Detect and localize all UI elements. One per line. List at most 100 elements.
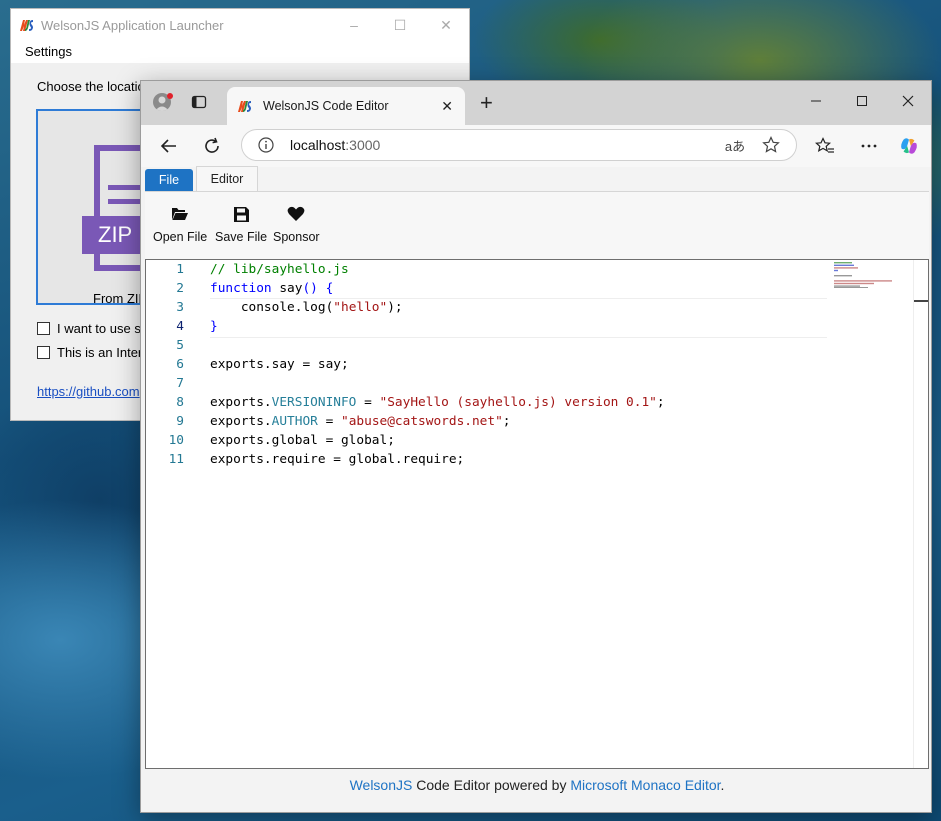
code-text: exports.say = say;	[210, 355, 349, 374]
browser-window[interactable]: WelsonJS Code Editor ✕ + localhost:3000…	[140, 80, 932, 813]
code-line: 1 // lib/sayhello.js	[146, 260, 906, 279]
copilot-icon[interactable]	[899, 136, 919, 156]
ribbon-tabs: File Editor	[145, 166, 258, 191]
code-text: exports.require = global.require;	[210, 450, 464, 469]
launcher-titlebar[interactable]: WelsonJS Application Launcher – ☐ ✕	[11, 9, 469, 41]
favorites-icon[interactable]	[815, 136, 835, 156]
from-zip-card[interactable]: ZIP From ZIP	[36, 109, 156, 306]
site-info-icon[interactable]	[258, 137, 274, 153]
launcher-minimize-button[interactable]: –	[331, 9, 377, 41]
code-line: 10 exports.global = global;	[146, 431, 906, 450]
maximize-button[interactable]	[839, 81, 885, 121]
tab-title: WelsonJS Code Editor	[263, 99, 389, 113]
checkbox-row-1[interactable]: I want to use sp	[37, 321, 148, 336]
checkbox-row-2[interactable]: This is an Inter	[37, 345, 142, 360]
minimize-button[interactable]	[793, 81, 839, 121]
address-bar[interactable]: localhost:3000 aあ	[241, 129, 797, 161]
read-aloud-icon[interactable]: aあ	[724, 134, 746, 156]
open-file-label: Open File	[153, 230, 208, 244]
line-number: 1	[176, 262, 184, 277]
code-line: 7	[146, 374, 906, 393]
launcher-menubar: Settings	[11, 41, 469, 63]
launcher-title: WelsonJS Application Launcher	[41, 17, 224, 33]
footer-period: .	[720, 777, 725, 793]
line-number: 4	[176, 319, 184, 334]
launcher-maximize-button[interactable]: ☐	[377, 9, 423, 41]
floppy-disk-icon	[231, 204, 251, 224]
code-token: exports.require = global.require;	[210, 452, 465, 467]
menu-settings[interactable]: Settings	[25, 44, 72, 59]
welsonjs-favicon-icon	[237, 98, 253, 114]
ribbon-toolbar: Open File Save File Sponsor	[145, 191, 929, 260]
minimap[interactable]	[834, 262, 914, 288]
code-token: "SayHello (sayhello.js) version 0.1"	[379, 395, 657, 410]
welsonjs-link[interactable]: WelsonJS	[350, 777, 413, 793]
sponsor-label: Sponsor	[273, 230, 320, 244]
code-token: exports.global = global;	[210, 433, 395, 448]
notification-dot	[167, 93, 173, 99]
code-token: "abuse@catswords.net"	[341, 414, 503, 429]
line-number: 7	[176, 376, 184, 391]
line-number: 6	[176, 357, 184, 372]
checkbox-2[interactable]	[37, 346, 50, 359]
code-text: }	[210, 317, 218, 336]
editor-scrollbar[interactable]	[913, 260, 928, 768]
code-token: );	[387, 300, 403, 315]
checkbox-2-label: This is an Inter	[57, 345, 143, 360]
more-icon[interactable]	[859, 136, 879, 156]
code-text: console.log("hello");	[210, 298, 403, 317]
code-text: exports.VERSIONINFO = "SayHello (sayhell…	[210, 393, 665, 412]
line-number: 3	[176, 300, 184, 315]
code-token: say	[271, 281, 303, 296]
code-token: console.log(	[210, 300, 334, 315]
code-token: exports.	[210, 395, 272, 410]
code-token: }	[210, 319, 218, 334]
footer-text: Code Editor powered by	[412, 777, 571, 793]
save-file-button[interactable]: Save File	[215, 204, 267, 244]
sponsor-button[interactable]: Sponsor	[273, 204, 320, 244]
tab-code-editor[interactable]: WelsonJS Code Editor ✕	[227, 87, 465, 125]
tab-close-icon[interactable]: ✕	[441, 98, 453, 115]
checkbox-1[interactable]	[37, 322, 50, 335]
code-editor[interactable]: 1 // lib/sayhello.js 2 function say() { 3 co…	[145, 259, 929, 769]
open-file-button[interactable]: Open File	[153, 204, 207, 244]
page-footer: WelsonJS Code Editor powered by Microsof…	[145, 777, 929, 793]
code-token: AUTHOR	[271, 414, 318, 429]
line-number: 2	[176, 281, 184, 296]
new-tab-button[interactable]: +	[480, 92, 493, 114]
code-line: 9 exports.AUTHOR = "abuse@catswords.net";	[146, 412, 906, 431]
launcher-close-button[interactable]: ✕	[423, 9, 469, 41]
code-token: // lib/sayhello.js	[210, 262, 349, 277]
star-icon[interactable]	[760, 134, 782, 156]
github-link[interactable]: https://github.com	[37, 384, 140, 399]
url-port: :3000	[345, 137, 381, 153]
monaco-link[interactable]: Microsoft Monaco Editor	[570, 777, 720, 793]
line-number: 11	[168, 452, 184, 467]
code-token: exports.say = say;	[210, 357, 349, 372]
page-content: File Editor Open File Save File Sponsor …	[141, 166, 931, 812]
scrollbar-marker	[914, 300, 928, 302]
code-token: () {	[302, 281, 334, 296]
launcher-prompt: Choose the locatio	[37, 79, 145, 94]
code-token: VERSIONINFO	[271, 395, 357, 410]
code-line: 6 exports.say = say;	[146, 355, 906, 374]
refresh-icon[interactable]	[202, 136, 222, 156]
code-line: 8 exports.VERSIONINFO = "SayHello (sayhel…	[146, 393, 906, 412]
back-arrow-icon[interactable]	[159, 136, 179, 156]
line-number: 9	[176, 414, 184, 429]
code-line: 4}	[146, 317, 906, 336]
welsonjs-logo-icon	[19, 17, 35, 33]
code-token: ;	[502, 414, 511, 429]
code-text: function say() {	[210, 279, 333, 298]
code-line: 11 exports.require = global.require;	[146, 450, 906, 469]
line-number: 8	[176, 395, 184, 410]
heart-icon	[286, 204, 306, 224]
code-text: exports.global = global;	[210, 431, 395, 450]
checkbox-1-label: I want to use sp	[57, 321, 149, 336]
url-host: localhost	[290, 137, 346, 153]
tab-editor[interactable]: Editor	[196, 166, 258, 191]
tab-actions-icon[interactable]	[191, 94, 207, 110]
folder-open-icon	[170, 204, 190, 224]
close-window-button[interactable]	[885, 81, 931, 121]
tab-file[interactable]: File	[145, 169, 193, 191]
